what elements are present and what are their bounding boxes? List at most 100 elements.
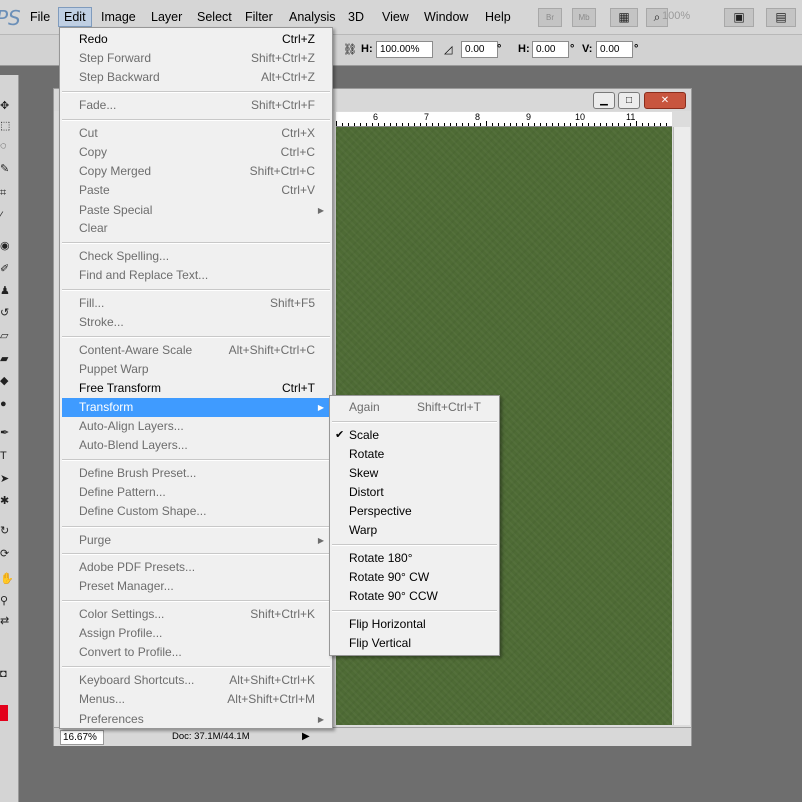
edit-menu-item-find-and-replace-text[interactable]: Find and Replace Text... [62,266,330,285]
marquee-tool-icon[interactable]: ⬚ [0,120,14,132]
edit-menu-item-copy[interactable]: Copy Ctrl+C [62,143,330,162]
eraser-tool-icon[interactable]: ▱ [0,330,14,342]
hand-tool-icon[interactable]: ✋ [0,573,14,585]
menu-window[interactable]: Window [419,8,473,26]
edit-menu-item-free-transform[interactable]: Free Transform Ctrl+T [62,379,330,398]
stamp-tool-icon[interactable]: ♟ [0,285,14,297]
3d-orbit-icon[interactable]: ⟳ [0,548,14,560]
minimize-icon[interactable]: ▁ [593,92,615,109]
menu-image[interactable]: Image [96,8,141,26]
edit-menu-item-redo[interactable]: Redo Ctrl+Z [62,30,330,49]
type-tool-icon[interactable]: T [0,450,14,462]
transform-item-rotate-90-ccw[interactable]: Rotate 90° CCW [332,587,497,606]
edit-menu-item-color-settings[interactable]: Color Settings... Shift+Ctrl+K [62,605,330,624]
edit-menu-item-cut[interactable]: Cut Ctrl+X [62,124,330,143]
edit-menu-item-define-brush-preset[interactable]: Define Brush Preset... [62,464,330,483]
eyedropper-tool-icon[interactable]: ⁄ [0,210,14,222]
edit-menu-item-step-forward[interactable]: Step Forward Shift+Ctrl+Z [62,49,330,68]
zoom-level[interactable]: 100% [662,10,690,22]
menu-edit[interactable]: Edit [58,7,92,27]
transform-item-perspective[interactable]: Perspective [332,502,497,521]
background-color-swatch[interactable] [0,640,14,658]
pen-tool-icon[interactable]: ✒ [0,427,14,439]
edit-menu-item-auto-align-layers[interactable]: Auto-Align Layers... [62,417,330,436]
path-select-icon[interactable]: ➤ [0,473,14,485]
quick-select-tool-icon[interactable]: ✎ [0,163,14,175]
menu-item-shortcut: Ctrl+X [281,126,315,140]
menu-select[interactable]: Select [192,8,237,26]
menu-layer[interactable]: Layer [146,8,187,26]
arrange-documents-icon[interactable]: ▣ [724,8,754,27]
vertical-skew-field[interactable]: 0.00 [596,41,633,58]
transform-item-rotate[interactable]: Rotate [332,445,497,464]
edit-menu-item-auto-blend-layers[interactable]: Auto-Blend Layers... [62,436,330,455]
mini-bridge-icon[interactable]: Mb [572,8,596,27]
edit-menu-item-fade[interactable]: Fade... Shift+Ctrl+F [62,96,330,115]
lasso-tool-icon[interactable]: ◌ [0,140,14,152]
edit-menu-item-step-backward[interactable]: Step Backward Alt+Ctrl+Z [62,68,330,87]
view-extras-icon[interactable]: ▦ [610,8,638,27]
menu-file[interactable]: File [25,8,55,26]
edit-menu-item-convert-to-profile[interactable]: Convert to Profile... [62,643,330,662]
edit-menu-item-paste-special[interactable]: Paste Special ▶ [62,201,330,220]
foreground-color-swatch[interactable] [0,705,8,721]
transform-item-flip-horizontal[interactable]: Flip Horizontal [332,615,497,634]
menu-help[interactable]: Help [480,8,516,26]
swap-colors-icon[interactable]: ⇄ [0,615,14,627]
shape-tool-icon[interactable]: ✱ [0,495,14,507]
menu-item-label: Copy Merged [79,164,152,178]
transform-item-flip-vertical[interactable]: Flip Vertical [332,634,497,653]
edit-menu-item-preset-manager[interactable]: Preset Manager... [62,577,330,596]
zoom-tool-icon[interactable]: ⚲ [0,595,14,607]
move-tool-icon[interactable]: ✥ [0,100,14,112]
dodge-tool-icon[interactable]: ● [0,398,14,410]
transform-item-rotate-180[interactable]: Rotate 180° [332,549,497,568]
status-menu-arrow-icon[interactable]: ▶ [302,731,310,742]
transform-item-rotate-90-cw[interactable]: Rotate 90° CW [332,568,497,587]
3d-rotate-icon[interactable]: ↻ [0,525,14,537]
crop-tool-icon[interactable]: ⌗ [0,187,14,199]
transform-item-warp[interactable]: Warp [332,521,497,540]
close-icon[interactable]: ✕ [644,92,686,109]
brush-tool-icon[interactable]: ✐ [0,263,14,275]
edit-menu-item-keyboard-shortcuts[interactable]: Keyboard Shortcuts... Alt+Shift+Ctrl+K [62,671,330,690]
edit-menu-item-assign-profile[interactable]: Assign Profile... [62,624,330,643]
transform-item-again[interactable]: Again Shift+Ctrl+T [332,398,497,417]
edit-menu-item-check-spelling[interactable]: Check Spelling... [62,247,330,266]
vertical-scrollbar[interactable] [673,127,690,725]
horizontal-skew-field[interactable]: 0.00 [532,41,569,58]
edit-menu-item-stroke[interactable]: Stroke... [62,313,330,332]
rotate-angle-field[interactable]: 0.00 [461,41,498,58]
blur-tool-icon[interactable]: ◆ [0,375,14,387]
menu-analysis[interactable]: Analysis [284,8,341,26]
bridge-icon[interactable]: Br [538,8,562,27]
menu-filter[interactable]: Filter [240,8,278,26]
menu-view[interactable]: View [377,8,414,26]
edit-menu-item-puppet-warp[interactable]: Puppet Warp [62,360,330,379]
edit-menu-item-content-aware-scale[interactable]: Content-Aware Scale Alt+Shift+Ctrl+C [62,341,330,360]
transform-item-scale[interactable]: ✔ Scale [332,426,497,445]
transform-item-skew[interactable]: Skew [332,464,497,483]
gradient-tool-icon[interactable]: ▰ [0,353,14,365]
quick-mask-icon[interactable]: ◘ [0,668,14,680]
edit-menu-item-define-custom-shape[interactable]: Define Custom Shape... [62,502,330,521]
edit-menu-item-copy-merged[interactable]: Copy Merged Shift+Ctrl+C [62,162,330,181]
maximize-icon[interactable]: □ [618,92,640,109]
edit-menu-item-transform[interactable]: Transform ▶ [62,398,330,417]
height-percent-field[interactable]: 100.00% [376,41,433,58]
edit-menu-item-purge[interactable]: Purge ▶ [62,531,330,550]
link-icon[interactable]: ⛓ [343,43,357,56]
history-brush-icon[interactable]: ↺ [0,307,14,319]
edit-menu-item-fill[interactable]: Fill... Shift+F5 [62,294,330,313]
edit-menu-item-menus[interactable]: Menus... Alt+Shift+Ctrl+M [62,690,330,709]
screen-mode-icon[interactable]: ▤ [766,8,796,27]
status-zoom-field[interactable]: 16.67% [60,730,104,745]
edit-menu-item-adobe-pdf-presets[interactable]: Adobe PDF Presets... [62,558,330,577]
edit-menu-item-clear[interactable]: Clear [62,219,330,238]
edit-menu-item-define-pattern[interactable]: Define Pattern... [62,483,330,502]
edit-menu-item-paste[interactable]: Paste Ctrl+V [62,181,330,200]
menu-3d[interactable]: 3D [343,8,369,26]
healing-tool-icon[interactable]: ◉ [0,240,14,252]
edit-menu-item-preferences[interactable]: Preferences ▶ [62,710,330,729]
transform-item-distort[interactable]: Distort [332,483,497,502]
